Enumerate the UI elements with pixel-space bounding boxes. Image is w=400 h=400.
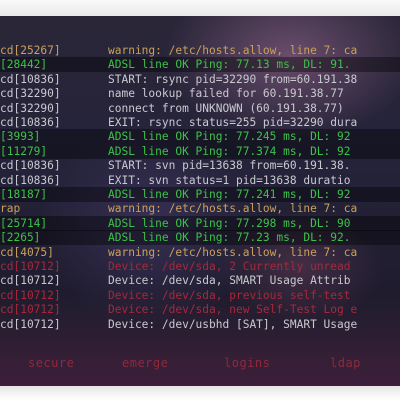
log-line: [3993] ADSL line OK Ping: 77.245 ms, DL: … xyxy=(0,129,400,145)
log-line: cd[4075] warning: /etc/hosts.allow, line … xyxy=(0,245,400,260)
log-line: [25714] ADSL line OK Ping: 77.298 ms, DL:… xyxy=(0,215,400,231)
log-process-id: [25714] xyxy=(0,216,48,230)
log-line: cd[10712] Device: /dev/sda, SMART Usage A… xyxy=(0,273,400,288)
log-process-id: cd[10712] xyxy=(0,288,61,302)
log-line: cd[10712] Device: /dev/usbhd [SAT], SMART… xyxy=(0,317,400,332)
log-line: [28442] ADSL line OK Ping: 77.13 ms, DL: … xyxy=(0,57,400,73)
log-process-id: cd[10836] xyxy=(0,72,61,86)
log-message: START: rsync pid=32290 from=60.191.38 xyxy=(108,72,358,86)
tab-emerge[interactable]: emerge xyxy=(122,355,168,371)
log-message: START: svn pid=13638 from=60.191.38. xyxy=(108,159,351,173)
log-line: cd[10836] EXIT: rsync status=255 pid=3229… xyxy=(0,115,400,130)
tab-secure[interactable]: secure xyxy=(28,355,74,371)
log-message: warning: /etc/hosts.allow, line 7: ca xyxy=(108,44,358,57)
log-line: cd[25267] warning: /etc/hosts.allow, line… xyxy=(0,43,400,58)
log-message: warning: /etc/hosts.allow, line 7: ca xyxy=(108,245,358,259)
tab-logins[interactable]: logins xyxy=(224,355,270,371)
window-top-edge xyxy=(0,0,400,16)
log-message: EXIT: svn status=1 pid=13638 duratio xyxy=(108,173,351,187)
log-process-id: cd[10836] xyxy=(0,116,61,129)
log-line: cd[10712] Device: /dev/sda, previous self… xyxy=(0,288,400,303)
log-message: Device: /dev/sda, previous self-test xyxy=(108,288,351,302)
log-message: ADSL line OK Ping: 77.13 ms, DL: 91. xyxy=(108,58,351,72)
log-message: EXIT: rsync status=255 pid=32290 dura xyxy=(108,116,358,129)
log-process-id: cd[10836] xyxy=(0,173,61,187)
log-message: connect from UNKNOWN (60.191.38.77) xyxy=(108,101,344,115)
log-process-id: [28442] xyxy=(0,58,48,72)
log-process-id: cd[10712] xyxy=(0,274,61,288)
log-process-id: cd[4075] xyxy=(0,245,54,259)
log-line: [11279] ADSL line OK Ping: 77.374 ms, DL:… xyxy=(0,143,400,159)
log-message: ADSL line OK Ping: 77.298 ms, DL: 90 xyxy=(108,216,351,230)
log-message: ADSL line OK Ping: 77.241 ms, DL: 92 xyxy=(108,188,351,201)
tab-ldap[interactable]: ldap xyxy=(330,355,361,371)
log-process-id: rap xyxy=(0,202,21,216)
log-message: Device: /dev/usbhd [SAT], SMART Usage xyxy=(108,317,358,331)
log-process-id: cd[25267] xyxy=(0,44,61,57)
log-message: ADSL line OK Ping: 77.23 ms, DL: 92. xyxy=(108,231,351,245)
log-line: cd[10836] START: rsync pid=32290 from=60.… xyxy=(0,72,400,87)
log-process-id: [2265] xyxy=(0,231,41,245)
log-line: cd[10712] Device: /dev/sda, new Self-Test… xyxy=(0,302,400,317)
log-message: ADSL line OK Ping: 77.245 ms, DL: 92 xyxy=(108,130,351,144)
log-viewer-panel: cd[25267] warning: /etc/hosts.allow, line… xyxy=(0,16,400,386)
log-line: cd[10836] EXIT: svn status=1 pid=13638 du… xyxy=(0,173,400,188)
log-message: name lookup failed for 60.191.38.77 xyxy=(108,87,344,101)
log-process-id: cd[32290] xyxy=(0,87,61,101)
log-line: cd[10712] Device: /dev/sda, 2 Currently u… xyxy=(0,259,400,274)
log-process-id: cd[10836] xyxy=(0,159,61,173)
log-process-id: cd[32290] xyxy=(0,101,61,115)
log-process-id: [3993] xyxy=(0,130,41,144)
log-process-id: cd[10712] xyxy=(0,303,61,317)
log-message: ADSL line OK Ping: 77.374 ms, DL: 92 xyxy=(108,144,351,158)
log-line: rap warning: /etc/hosts.allow, line 7: ca xyxy=(0,201,400,216)
log-process-id: [11279] xyxy=(0,144,48,158)
log-line: cd[10836] START: svn pid=13638 from=60.19… xyxy=(0,158,400,173)
window-bottom-edge xyxy=(0,386,400,400)
log-message: Device: /dev/sda, new Self-Test Log e xyxy=(108,303,358,317)
log-process-id: [18187] xyxy=(0,188,48,201)
log-message: Device: /dev/sda, 2 Currently unread xyxy=(108,260,351,273)
log-process-id: cd[10712] xyxy=(0,317,61,331)
log-line: cd[32290] name lookup failed for 60.191.3… xyxy=(0,86,400,101)
log-message: Device: /dev/sda, SMART Usage Attrib xyxy=(108,274,351,288)
log-line: [18187] ADSL line OK Ping: 77.241 ms, DL:… xyxy=(0,187,400,202)
log-line: [2265] ADSL line OK Ping: 77.23 ms, DL: 9… xyxy=(0,230,400,246)
log-line: cd[32290] connect from UNKNOWN (60.191.38… xyxy=(0,101,400,116)
log-process-id: cd[10712] xyxy=(0,260,61,273)
log-message: warning: /etc/hosts.allow, line 7: ca xyxy=(108,202,358,216)
